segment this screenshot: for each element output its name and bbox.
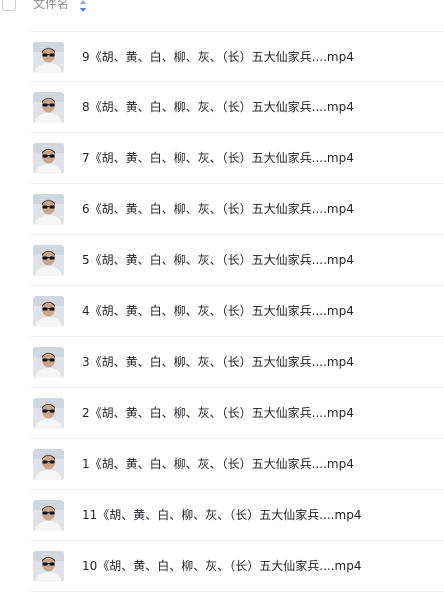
file-name[interactable]: 6《胡、黄、白、柳、灰、（长）五大仙家兵....mp4 bbox=[82, 201, 354, 217]
file-name[interactable]: 11《胡、黄、白、柳、灰、（长）五大仙家兵....mp4 bbox=[82, 507, 361, 523]
video-thumbnail[interactable] bbox=[33, 92, 64, 123]
file-name[interactable]: 5《胡、黄、白、柳、灰、（长）五大仙家兵....mp4 bbox=[82, 252, 354, 268]
select-all-checkbox[interactable] bbox=[2, 0, 16, 11]
file-row[interactable]: 4《胡、黄、白、柳、灰、（长）五大仙家兵....mp4 bbox=[30, 286, 444, 337]
file-row[interactable]: 8《胡、黄、白、柳、灰、（长）五大仙家兵....mp4 bbox=[30, 82, 444, 133]
file-name[interactable]: 8《胡、黄、白、柳、灰、（长）五大仙家兵....mp4 bbox=[82, 99, 354, 115]
video-thumbnail[interactable] bbox=[33, 143, 64, 174]
video-thumbnail[interactable] bbox=[33, 245, 64, 276]
file-row[interactable]: 11《胡、黄、白、柳、灰、（长）五大仙家兵....mp4 bbox=[30, 490, 444, 541]
video-thumbnail[interactable] bbox=[33, 398, 64, 429]
video-thumbnail[interactable] bbox=[33, 42, 64, 73]
file-name[interactable]: 4《胡、黄、白、柳、灰、（长）五大仙家兵....mp4 bbox=[82, 303, 354, 319]
video-thumbnail[interactable] bbox=[33, 194, 64, 225]
file-name[interactable]: 3《胡、黄、白、柳、灰、（长）五大仙家兵....mp4 bbox=[82, 354, 354, 370]
file-name[interactable]: 2《胡、黄、白、柳、灰、（长）五大仙家兵....mp4 bbox=[82, 405, 354, 421]
file-name[interactable]: 10《胡、黄、白、柳、灰、（长）五大仙家兵....mp4 bbox=[82, 558, 361, 574]
column-title-filename[interactable]: 文件名 bbox=[33, 0, 69, 11]
file-row[interactable]: 6《胡、黄、白、柳、灰、（长）五大仙家兵....mp4 bbox=[30, 184, 444, 235]
video-thumbnail[interactable] bbox=[33, 500, 64, 531]
file-list-header: 文件名 bbox=[0, 0, 444, 20]
file-row[interactable]: 5《胡、黄、白、柳、灰、（长）五大仙家兵....mp4 bbox=[30, 235, 444, 286]
file-row[interactable]: 9《胡、黄、白、柳、灰、（长）五大仙家兵....mp4 bbox=[30, 31, 444, 82]
video-thumbnail[interactable] bbox=[33, 449, 64, 480]
file-row[interactable]: 7《胡、黄、白、柳、灰、（长）五大仙家兵....mp4 bbox=[30, 133, 444, 184]
file-row[interactable]: 3《胡、黄、白、柳、灰、（长）五大仙家兵....mp4 bbox=[30, 337, 444, 388]
file-name[interactable]: 9《胡、黄、白、柳、灰、（长）五大仙家兵....mp4 bbox=[82, 49, 354, 65]
video-thumbnail[interactable] bbox=[33, 347, 64, 378]
video-thumbnail[interactable] bbox=[33, 296, 64, 327]
file-row[interactable]: 10《胡、黄、白、柳、灰、（长）五大仙家兵....mp4 bbox=[30, 541, 444, 592]
sort-arrows-icon[interactable] bbox=[79, 0, 87, 12]
video-thumbnail[interactable] bbox=[33, 551, 64, 582]
file-row[interactable]: 2《胡、黄、白、柳、灰、（长）五大仙家兵....mp4 bbox=[30, 388, 444, 439]
file-name[interactable]: 7《胡、黄、白、柳、灰、（长）五大仙家兵....mp4 bbox=[82, 150, 354, 166]
file-row[interactable]: 1《胡、黄、白、柳、灰、（长）五大仙家兵....mp4 bbox=[30, 439, 444, 490]
file-list: 9《胡、黄、白、柳、灰、（长）五大仙家兵....mp4 8《胡、黄、白、柳、灰、（… bbox=[0, 31, 444, 592]
file-name[interactable]: 1《胡、黄、白、柳、灰、（长）五大仙家兵....mp4 bbox=[82, 456, 354, 472]
